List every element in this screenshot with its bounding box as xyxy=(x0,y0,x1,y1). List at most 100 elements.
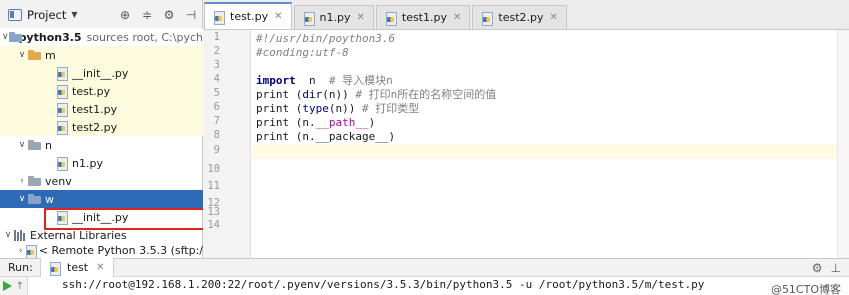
code-editor[interactable]: #!/usr/bin/poython3.6 #conding:utf-8 imp… xyxy=(252,30,849,258)
tab-label: n1.py xyxy=(319,11,351,24)
tree-item-m[interactable]: ∨ m xyxy=(0,46,203,64)
chevron-right-icon[interactable]: › xyxy=(16,176,28,186)
run-icon[interactable] xyxy=(2,281,12,291)
python-file-icon xyxy=(303,11,315,26)
current-line-highlight xyxy=(252,144,849,159)
chevron-right-icon[interactable]: › xyxy=(16,246,25,256)
tree-item-m-init[interactable]: __init__.py xyxy=(0,64,203,82)
python-sdk-icon xyxy=(25,244,38,258)
tab-label: test1.py xyxy=(401,11,447,24)
run-label: Run: xyxy=(8,261,33,274)
tree-item-venv[interactable]: › venv xyxy=(0,172,203,190)
chevron-down-icon[interactable]: ∨ xyxy=(2,32,9,42)
close-icon[interactable]: ✕ xyxy=(96,262,104,273)
code-comment: # 导入模块n xyxy=(328,74,393,87)
close-icon[interactable]: ✕ xyxy=(453,12,461,23)
chevron-down-icon[interactable]: ▼ xyxy=(71,10,77,19)
tab-test1-py[interactable]: test1.py ✕ xyxy=(375,5,471,29)
folder-icon xyxy=(28,140,41,150)
hide-panel-icon[interactable]: ⊣ xyxy=(184,8,198,22)
tree-item-label: python3.5 xyxy=(18,30,82,44)
run-panel-header: Run: test ✕ ⚙ ⊥ xyxy=(0,258,849,277)
tree-item-n1[interactable]: n1.py xyxy=(0,154,203,172)
tree-item-label: n1.py xyxy=(72,156,103,170)
code-text: print xyxy=(256,88,290,101)
python-file-icon xyxy=(49,261,61,276)
code-line-6: print (type(n)) # 打印类型 xyxy=(256,101,419,116)
gear-icon[interactable]: ⚙ xyxy=(162,8,176,22)
tree-item-test[interactable]: test.py xyxy=(0,82,203,100)
line-number: 7 xyxy=(213,115,220,127)
line-number: 3 xyxy=(213,59,220,71)
folder-icon xyxy=(28,176,41,186)
python-file-icon xyxy=(385,11,397,26)
chevron-down-icon[interactable]: ∨ xyxy=(16,50,28,60)
code-text: (n)) xyxy=(328,102,362,115)
line-number: 4 xyxy=(213,73,220,85)
chevron-down-icon[interactable]: ∨ xyxy=(16,140,28,150)
project-panel-title[interactable]: Project xyxy=(27,8,66,22)
python-file-icon xyxy=(56,67,68,81)
run-tab-test[interactable]: test ✕ xyxy=(40,258,114,277)
folder-icon xyxy=(28,194,41,204)
tree-item-suffix: sources root, C:\pych xyxy=(86,30,203,44)
locate-icon[interactable]: ⊕ xyxy=(118,8,132,22)
run-panel-tools: ⚙ ⊥ xyxy=(812,261,849,275)
code-text: ( xyxy=(289,102,303,115)
editor-tab-bar: test.py ✕ n1.py ✕ test1.py ✕ test2.py ✕ xyxy=(203,0,849,30)
tree-item-label: test.py xyxy=(72,84,111,98)
code-text: ( xyxy=(289,88,303,101)
code-text: print (n. xyxy=(256,116,316,129)
line-number: 10 xyxy=(207,163,220,175)
code-dunder: __path__ xyxy=(315,116,369,129)
code-text: ) xyxy=(368,116,376,129)
chevron-down-icon[interactable]: ∨ xyxy=(2,230,14,240)
run-console[interactable]: ssh://root@192.168.1.200:22/root/.pyenv/… xyxy=(28,277,849,295)
arrow-up-icon[interactable]: ↑ xyxy=(16,281,24,292)
project-panel-header: Project ▼ ⊕ ≑ ⚙ ⊣ xyxy=(0,0,202,30)
close-icon[interactable]: ✕ xyxy=(550,12,558,23)
python-file-icon xyxy=(481,11,494,26)
tree-item-python3-5[interactable]: ∨ python3.5 sources root, C:\pych xyxy=(0,28,203,46)
code-line-2: #conding:utf-8 xyxy=(256,46,349,59)
console-command-line: ssh://root@192.168.1.200:22/root/.pyenv/… xyxy=(62,278,705,291)
libraries-icon xyxy=(14,229,26,241)
code-comment: # 打印类型 xyxy=(362,102,420,115)
line-number: 2 xyxy=(213,45,220,57)
python-file-icon xyxy=(56,103,68,117)
python-file-icon xyxy=(56,121,68,135)
tree-item-n[interactable]: ∨ n xyxy=(0,136,203,154)
hide-panel-icon[interactable]: ⊥ xyxy=(831,261,841,275)
tree-item-test1[interactable]: test1.py xyxy=(0,100,203,118)
chevron-down-icon[interactable]: ∨ xyxy=(16,194,28,204)
line-number: 5 xyxy=(213,87,220,99)
line-number: 14 xyxy=(207,219,220,231)
code-text: print xyxy=(256,102,290,115)
collapse-all-icon[interactable]: ≑ xyxy=(140,8,154,22)
project-panel-tools: ⊕ ≑ ⚙ ⊣ xyxy=(118,8,198,22)
code-builtin: dir xyxy=(302,88,323,101)
line-number: 1 xyxy=(213,31,220,43)
line-number-gutter: 1 2 3 4 5 6 7 8 9 10 11 12 13 14 xyxy=(203,30,251,258)
tree-item-remote-python[interactable]: › < Remote Python 3.5.3 (sftp:/ xyxy=(0,243,203,258)
code-builtin: type xyxy=(302,102,329,115)
package-folder-icon xyxy=(28,50,41,60)
python-file-icon xyxy=(56,157,68,171)
close-icon[interactable]: ✕ xyxy=(356,12,364,23)
tab-test-py[interactable]: test.py ✕ xyxy=(204,2,292,29)
tab-label: test2.py xyxy=(498,11,544,24)
close-icon[interactable]: ✕ xyxy=(274,11,282,22)
gear-icon[interactable]: ⚙ xyxy=(812,261,823,275)
code-line-8: print (n.__package__) xyxy=(256,130,396,143)
code-line-5: print (dir(n)) # 打印n所在的名称空间的值 xyxy=(256,87,496,102)
code-keyword: import xyxy=(256,74,296,87)
tree-item-w[interactable]: ∨ w xyxy=(0,190,203,208)
line-number: 8 xyxy=(213,129,220,141)
tab-test2-py[interactable]: test2.py ✕ xyxy=(472,5,567,29)
tree-item-label: n xyxy=(45,138,52,152)
code-text: (n)) xyxy=(322,88,356,101)
editor-scrollbar[interactable] xyxy=(837,30,849,258)
tab-n1-py[interactable]: n1.py ✕ xyxy=(293,5,374,29)
tree-item-test2[interactable]: test2.py xyxy=(0,118,203,136)
watermark: @51CTO博客 xyxy=(770,283,841,295)
